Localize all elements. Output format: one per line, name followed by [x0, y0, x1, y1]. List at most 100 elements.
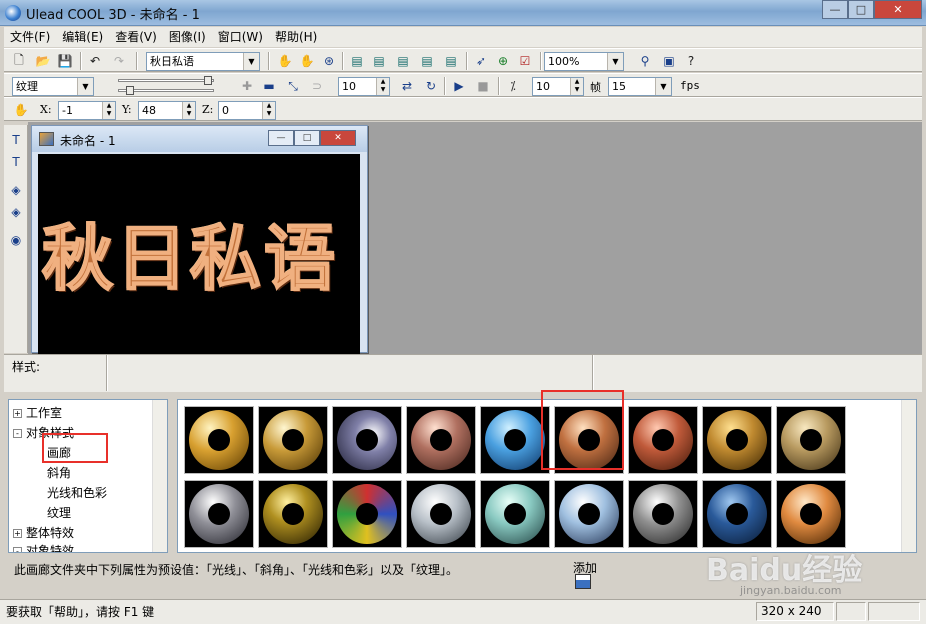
- thumbnail-8[interactable]: [702, 406, 772, 474]
- help-pointer-icon[interactable]: ?: [682, 52, 700, 70]
- layer1-icon[interactable]: ▤: [348, 52, 366, 70]
- tree-item-object-effects[interactable]: - 对象特效: [13, 542, 74, 552]
- chevron-down-icon[interactable]: ▼: [77, 78, 93, 95]
- rotate-hand-icon[interactable]: ✋: [298, 52, 316, 70]
- zoom-combo[interactable]: 100% ▼: [544, 52, 624, 71]
- render-icon[interactable]: ▣: [660, 52, 678, 70]
- play-icon[interactable]: ▶: [450, 77, 468, 95]
- tree-item-bevel[interactable]: 斜角: [47, 464, 71, 481]
- thumbnail-16[interactable]: [628, 480, 698, 548]
- tree-item-global-effects[interactable]: + 整体特效: [13, 524, 74, 541]
- hand-move-icon[interactable]: ✋: [276, 52, 294, 70]
- doc-maximize-button[interactable]: □: [294, 130, 320, 146]
- thumbnail-15[interactable]: [554, 480, 624, 548]
- redo-icon[interactable]: ↷: [110, 52, 128, 70]
- close-button[interactable]: ✕: [874, 0, 922, 19]
- loop-icon[interactable]: ⊃: [308, 77, 326, 95]
- frame-spinner-1[interactable]: 10 ▲ ▼: [338, 77, 390, 96]
- edit-text-icon[interactable]: T: [7, 153, 25, 171]
- edit-graphic-icon[interactable]: ◈: [7, 203, 25, 221]
- fps-label: fps: [680, 79, 700, 92]
- thumbnail-3[interactable]: [332, 406, 402, 474]
- chevron-down-icon[interactable]: ▼: [243, 53, 259, 70]
- chevron-down-icon[interactable]: ▼: [655, 78, 671, 95]
- y-spinner[interactable]: 48 ▲ ▼: [138, 101, 196, 120]
- gallery-scrollbar[interactable]: [901, 400, 916, 552]
- thumbnail-12[interactable]: [332, 480, 402, 548]
- text-object-combo[interactable]: 秋日私语 ▼: [146, 52, 260, 71]
- object-toolbar: T T ◈ ◈ ◉: [4, 125, 28, 353]
- menu-help[interactable]: 帮助(H): [269, 27, 323, 47]
- thumbnail-10[interactable]: [184, 480, 254, 548]
- zoom-in-icon[interactable]: ⚲: [636, 52, 654, 70]
- menu-file[interactable]: 文件(F): [4, 27, 56, 47]
- text-object-value: 秋日私语: [150, 55, 194, 68]
- insert-graphic-icon[interactable]: ◈: [7, 181, 25, 199]
- thumbnail-1[interactable]: [184, 406, 254, 474]
- minus-icon[interactable]: ▬: [260, 77, 278, 95]
- hand-icon[interactable]: ✋: [12, 101, 30, 119]
- style-panel: 样式:: [4, 354, 922, 392]
- maximize-button[interactable]: □: [848, 0, 874, 19]
- chevron-down-icon[interactable]: ▼: [607, 53, 623, 70]
- menu-edit[interactable]: 编辑(E): [56, 27, 109, 47]
- style-label: 样式:: [12, 360, 41, 374]
- thumbnail-9[interactable]: [776, 406, 846, 474]
- gallery-highlight-box: [42, 433, 108, 463]
- document-window: 未命名 - 1 — □ ✕ 秋日私语: [31, 125, 368, 354]
- geometry-icon[interactable]: ◉: [7, 231, 25, 249]
- insert-text-icon[interactable]: T: [7, 131, 25, 149]
- swap-icon[interactable]: ⇄: [398, 77, 416, 95]
- z-spinner[interactable]: 0 ▲ ▼: [218, 101, 276, 120]
- canvas-3d-text[interactable]: 秋日私语: [41, 202, 338, 304]
- thumbnail-13[interactable]: [406, 480, 476, 548]
- menu-view[interactable]: 查看(V): [109, 27, 163, 47]
- status-text: 要获取「帮助」，请按 F1 键: [6, 605, 155, 619]
- undo-icon[interactable]: ↶: [86, 52, 104, 70]
- attribute-slider[interactable]: [108, 76, 218, 95]
- thumbnail-4[interactable]: [406, 406, 476, 474]
- doc-minimize-button[interactable]: —: [268, 130, 294, 146]
- plus-icon[interactable]: ✚: [238, 77, 256, 95]
- style-combo[interactable]: 纹理 ▼: [12, 77, 94, 96]
- layer4-icon[interactable]: ▤: [418, 52, 436, 70]
- render-canvas[interactable]: 秋日私语: [38, 154, 360, 354]
- refresh-icon[interactable]: ↻: [422, 77, 440, 95]
- doc-close-button[interactable]: ✕: [320, 130, 356, 146]
- layer2-icon[interactable]: ▤: [370, 52, 388, 70]
- tree-item-studio[interactable]: + 工作室: [13, 404, 62, 421]
- thumbnail-7[interactable]: [628, 406, 698, 474]
- toggle-icon[interactable]: ⁒: [504, 77, 522, 95]
- thumbnail-5[interactable]: [480, 406, 550, 474]
- thumbnail-18[interactable]: [776, 480, 846, 548]
- pointer-icon[interactable]: ➶: [472, 52, 490, 70]
- thumbnail-17[interactable]: [702, 480, 772, 548]
- menu-window[interactable]: 窗口(W): [212, 27, 269, 47]
- thumbnail-2[interactable]: [258, 406, 328, 474]
- size-icon[interactable]: ⊛: [320, 52, 338, 70]
- stop-icon[interactable]: ■: [474, 77, 492, 95]
- check-icon[interactable]: ☑: [516, 52, 534, 70]
- thumbnail-14[interactable]: [480, 480, 550, 548]
- layer3-icon[interactable]: ▤: [394, 52, 412, 70]
- frame-count-combo[interactable]: 15 ▼: [608, 77, 672, 96]
- globe-icon[interactable]: ⊕: [494, 52, 512, 70]
- layer5-icon[interactable]: ▤: [442, 52, 460, 70]
- remove-icon[interactable]: ⤡: [284, 77, 302, 95]
- y-value: 48: [142, 104, 156, 117]
- x-value: -1: [62, 104, 73, 117]
- open-folder-icon[interactable]: 📂: [34, 52, 52, 70]
- x-spinner[interactable]: -1 ▲ ▼: [58, 101, 116, 120]
- menu-image[interactable]: 图像(I): [163, 27, 212, 47]
- frame-spinner-2[interactable]: 10 ▲ ▼: [532, 77, 584, 96]
- tree-scrollbar[interactable]: [152, 400, 167, 552]
- thumbnail-11[interactable]: [258, 480, 328, 548]
- new-file-icon[interactable]: 🗋: [10, 52, 28, 70]
- tree-item-texture[interactable]: 纹理: [47, 504, 71, 521]
- save-icon[interactable]: 💾: [56, 52, 74, 70]
- add-to-gallery-icon[interactable]: [575, 574, 591, 589]
- thumbnail-highlight-box: [541, 390, 624, 470]
- tree-item-light-color[interactable]: 光线和色彩: [47, 484, 107, 501]
- minimize-button[interactable]: —: [822, 0, 848, 19]
- z-value: 0: [222, 104, 229, 117]
